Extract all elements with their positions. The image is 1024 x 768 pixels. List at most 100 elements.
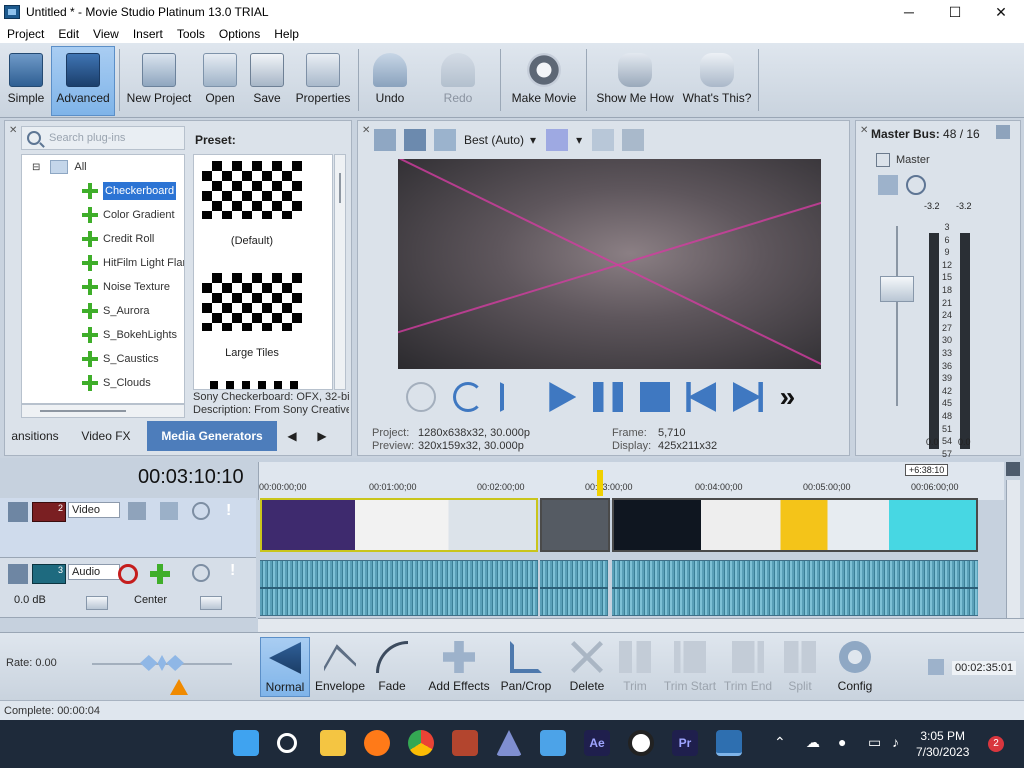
timeline-vscroll[interactable] (1006, 480, 1020, 618)
show-me-how-button[interactable]: Show Me How (594, 47, 676, 113)
menu-project[interactable]: Project (0, 27, 51, 41)
record-icon[interactable] (406, 382, 437, 412)
chevron-down-icon[interactable]: ▾ (576, 133, 582, 147)
menu-help[interactable]: Help (267, 27, 306, 41)
solo-icon[interactable]: ! (230, 562, 240, 580)
video-clip[interactable] (540, 498, 610, 552)
go-to-start-icon[interactable] (686, 382, 717, 412)
play-icon[interactable] (549, 382, 577, 412)
panel-grip[interactable] (361, 125, 373, 455)
tree-item-s-aurora[interactable]: S_Aurora (82, 299, 149, 323)
tree-root[interactable]: ⊟ All (32, 155, 87, 179)
trim-start-button[interactable]: Trim Start (662, 637, 718, 697)
chevron-down-icon[interactable]: ▾ (530, 133, 536, 147)
normal-edit-tool-button[interactable]: Normal (260, 637, 310, 697)
fast-forward-icon[interactable]: » (780, 382, 810, 412)
pause-icon[interactable] (592, 382, 623, 412)
pan-slider[interactable] (200, 596, 222, 610)
delete-button[interactable]: Delete (566, 637, 608, 697)
panel-grip[interactable] (859, 125, 871, 455)
go-to-end-icon[interactable] (732, 382, 763, 412)
tab-video-fx[interactable]: Video FX (65, 421, 147, 451)
redo-button[interactable]: Redo (438, 47, 478, 113)
minimize-button[interactable]: ─ (886, 0, 932, 24)
mute-icon[interactable] (192, 564, 210, 582)
preset-scrollbar[interactable] (334, 154, 346, 390)
premiere-pro-icon[interactable]: Pr (672, 730, 698, 756)
tree-item-checkerboard[interactable]: Checkerboard (82, 179, 177, 203)
tree-item-s-bokehlights[interactable]: S_BokehLights (82, 323, 177, 347)
track-expand-icon[interactable] (8, 564, 28, 584)
add-effects-button[interactable]: Add Effects (426, 637, 492, 697)
notepad-icon[interactable] (540, 730, 566, 756)
volume-icon[interactable]: ♪ (892, 734, 899, 750)
preset-small-tiles[interactable] (194, 377, 310, 389)
playhead-marker[interactable] (597, 470, 603, 496)
menu-options[interactable]: Options (212, 27, 267, 41)
grid-overlay-icon[interactable] (546, 129, 569, 151)
properties-button[interactable]: Properties (294, 47, 352, 113)
tab-media-generators[interactable]: Media Generators (147, 421, 277, 451)
master-properties-icon[interactable] (996, 125, 1010, 139)
stop-icon[interactable] (639, 382, 670, 412)
master-fx-icon[interactable] (876, 153, 890, 167)
pan-crop-button[interactable]: Pan/Crop (498, 637, 554, 697)
scroll-thumb[interactable] (339, 173, 341, 203)
trim-end-button[interactable]: Trim End (722, 637, 774, 697)
cursor-position-time[interactable]: 00:02:35:01 (952, 661, 1017, 675)
after-effects-icon[interactable]: Ae (584, 730, 610, 756)
tree-item-s-caustics[interactable]: S_Caustics (82, 347, 159, 371)
tree-item-noise-texture[interactable]: Noise Texture (82, 275, 170, 299)
vector-app-icon[interactable] (496, 730, 522, 756)
movie-studio-taskbar-icon[interactable] (716, 730, 742, 756)
config-button[interactable]: Config (832, 637, 878, 697)
preset-default[interactable]: (Default) (194, 155, 310, 263)
simple-mode-button[interactable]: Simple (4, 47, 48, 113)
tree-item-hitfilm-light-flares[interactable]: HitFilm Light Flares (82, 251, 184, 275)
tab-transitions[interactable]: ansitions (5, 421, 65, 451)
tree-scrollbar[interactable] (21, 404, 185, 418)
scroll-thumb[interactable] (40, 410, 126, 412)
master-volume-fader[interactable] (880, 276, 914, 302)
rate-slider-handle[interactable] (140, 655, 184, 671)
video-track-name[interactable]: Video (68, 502, 120, 518)
chevron-up-icon[interactable]: ⌃ (774, 734, 786, 751)
copy-snapshot-icon[interactable] (592, 129, 615, 151)
tree-item-color-gradient[interactable]: Color Gradient (82, 203, 175, 227)
audio-clip[interactable] (612, 560, 978, 616)
loop-icon[interactable] (452, 382, 483, 412)
split-screen-icon[interactable] (434, 129, 456, 151)
record-arm-icon[interactable] (118, 564, 138, 584)
microphone-icon[interactable]: ● (838, 734, 846, 750)
notification-badge[interactable]: 2 (988, 736, 1004, 752)
timeline-ruler[interactable]: 00:00:00;00 00:01:00;00 00:02:00;00 00:0… (258, 462, 1004, 500)
video-clip[interactable] (612, 498, 978, 552)
panel-grip[interactable] (8, 125, 20, 455)
new-project-button[interactable]: New Project (124, 47, 194, 113)
external-monitor-icon[interactable] (404, 129, 426, 151)
master-mute-icon[interactable] (906, 175, 926, 195)
advanced-mode-button[interactable]: Advanced (51, 46, 115, 116)
cloud-icon[interactable]: ☁ (806, 734, 820, 751)
play-from-start-icon[interactable] (499, 382, 530, 412)
undo-button[interactable]: Undo (370, 47, 410, 113)
audio-track-header[interactable]: 3 Audio ! 0.0 dB Center (0, 558, 256, 618)
menu-insert[interactable]: Insert (126, 27, 170, 41)
menu-tools[interactable]: Tools (170, 27, 212, 41)
tree-item-s-clouds[interactable]: S_Clouds (82, 371, 151, 395)
track-expand-icon[interactable] (8, 502, 28, 522)
chrome-icon[interactable] (408, 730, 434, 756)
archive-app-icon[interactable] (452, 730, 478, 756)
timeline-hscroll[interactable] (258, 618, 1024, 632)
search-icon[interactable] (277, 733, 297, 753)
preset-large-tiles[interactable]: Large Tiles (194, 267, 310, 375)
split-button[interactable]: Split (778, 637, 822, 697)
file-explorer-icon[interactable] (320, 730, 346, 756)
volume-slider[interactable] (86, 596, 108, 610)
screen-recorder-icon[interactable] (628, 730, 654, 756)
menu-edit[interactable]: Edit (51, 27, 86, 41)
mute-icon[interactable] (192, 502, 210, 520)
loop-region-marker[interactable]: +6:38:10 (905, 464, 949, 476)
trim-button[interactable]: Trim (614, 637, 656, 697)
tab-scroll-left[interactable]: ◀ (277, 421, 307, 451)
